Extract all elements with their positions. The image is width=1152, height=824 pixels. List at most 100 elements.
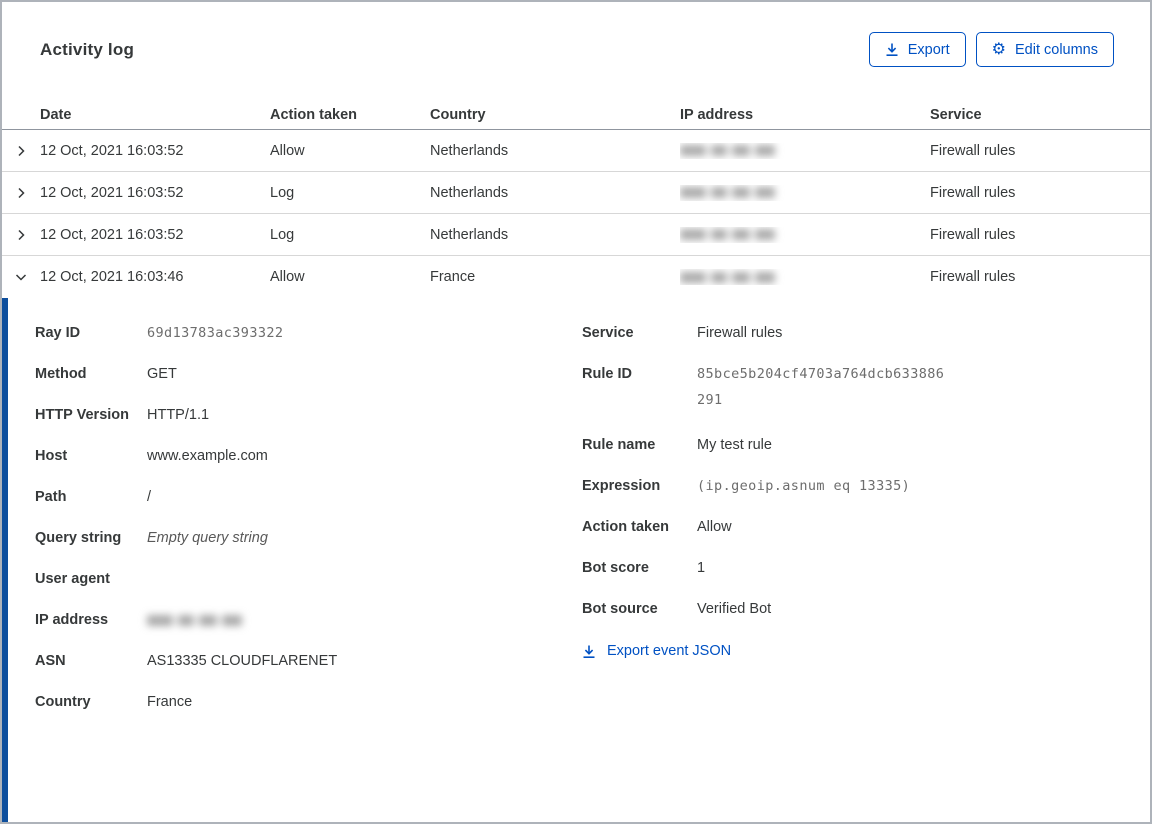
- detail-row: Rule ID 85bce5b204cf4703a764dcb633886291: [582, 365, 1130, 413]
- row-country: France: [430, 269, 476, 285]
- column-header: Service: [930, 107, 982, 123]
- chevron-right-icon[interactable]: [2, 186, 40, 200]
- detail-row: Rule name My test rule: [582, 436, 1130, 454]
- row-date: 12 Oct, 2021 16:03:46: [40, 269, 184, 285]
- redacted-ip-blob: [147, 614, 242, 626]
- detail-value: www.example.com: [147, 448, 268, 464]
- detail-row: Host www.example.com: [35, 447, 582, 465]
- row-service: Firewall rules: [930, 226, 1016, 243]
- row-ip-address: [680, 269, 930, 285]
- detail-value: Firewall rules: [697, 325, 783, 341]
- detail-value: My test rule: [697, 437, 772, 453]
- event-detail-panel: Ray ID 69d13783ac393322 Method GET HTTP Vers…: [2, 298, 1150, 822]
- detail-label: Rule ID: [582, 366, 632, 382]
- detail-row: Method GET: [35, 365, 582, 383]
- row-service: Firewall rules: [930, 142, 1016, 159]
- table-row[interactable]: 12 Oct, 2021 16:03:52 Log Netherlands Firew…: [2, 214, 1150, 256]
- detail-row: Path /: [35, 488, 582, 506]
- detail-label: Expression: [582, 478, 661, 494]
- redacted-user-agent: [147, 570, 582, 588]
- detail-column-right: Service Firewall rules Rule ID 85bce5b204cf…: [582, 324, 1130, 822]
- edit-columns-button[interactable]: ⚙ Edit columns: [975, 32, 1114, 67]
- table-body: 12 Oct, 2021 16:03:52 Allow Netherlands Fir…: [2, 130, 1150, 298]
- row-ip-address: [680, 143, 930, 159]
- detail-label: User agent: [35, 571, 110, 587]
- redacted-ip-blob: [680, 271, 775, 283]
- row-country: Netherlands: [430, 184, 509, 201]
- export-event-json-label: Export event JSON: [607, 643, 732, 659]
- chevron-right-icon[interactable]: [2, 228, 40, 242]
- detail-value: (ip.geoip.asnum eq 13335): [697, 478, 911, 494]
- detail-value: Empty query string: [147, 530, 268, 546]
- chevron-down-icon[interactable]: [2, 270, 40, 284]
- detail-label: Path: [35, 489, 67, 505]
- detail-row: ASN AS13335 CLOUDFLARENET: [35, 652, 582, 670]
- detail-row: User agent: [35, 570, 582, 588]
- activity-log-panel: Activity log Export ⚙ Edit columns Date A…: [0, 0, 1152, 824]
- detail-label: Bot score: [582, 560, 649, 576]
- detail-row: Service Firewall rules: [582, 324, 1130, 342]
- row-service: Firewall rules: [930, 184, 1016, 201]
- row-country: Netherlands: [430, 226, 509, 243]
- redacted-ip-blob: [680, 229, 775, 241]
- detail-value: 85bce5b204cf4703a764dcb633886291: [697, 366, 945, 408]
- detail-label: Rule name: [582, 437, 656, 453]
- export-event-json-link[interactable]: Export event JSON: [582, 643, 731, 659]
- row-ip-address: [680, 185, 930, 201]
- detail-column-left: Ray ID 69d13783ac393322 Method GET HTTP Vers…: [35, 324, 582, 822]
- detail-row: Expression (ip.geoip.asnum eq 13335): [582, 477, 1130, 495]
- detail-row: IP address: [35, 611, 582, 629]
- page-title: Activity log: [40, 39, 135, 59]
- gear-icon: ⚙: [991, 40, 1006, 58]
- detail-label: Ray ID: [35, 325, 81, 341]
- detail-row: HTTP Version HTTP/1.1: [35, 406, 582, 424]
- chevron-right-icon[interactable]: [2, 144, 40, 158]
- panel-header: Activity log Export ⚙ Edit columns: [2, 2, 1150, 67]
- row-ip-address: [680, 227, 930, 243]
- detail-row: Bot score 1: [582, 559, 1130, 577]
- table-header-row: Date Action taken Country IP address Service: [2, 101, 1150, 130]
- detail-row: Action taken Allow: [582, 518, 1130, 536]
- detail-value: France: [147, 694, 193, 710]
- detail-value: 1: [697, 560, 706, 576]
- edit-columns-button-label: Edit columns: [1014, 41, 1098, 58]
- column-header: Action taken: [270, 107, 358, 123]
- row-action-taken: Allow: [270, 269, 305, 285]
- row-date: 12 Oct, 2021 16:03:52: [40, 226, 184, 243]
- detail-value: Allow: [697, 519, 732, 535]
- redacted-ip-value: [147, 611, 582, 629]
- download-icon: [885, 42, 899, 57]
- column-header: IP address: [680, 107, 754, 123]
- detail-label: Method: [35, 366, 87, 382]
- detail-row: Bot source Verified Bot: [582, 600, 1130, 618]
- table-row[interactable]: 12 Oct, 2021 16:03:46 Allow France Firewall…: [2, 256, 1150, 298]
- column-header: Country: [430, 107, 486, 123]
- table-row[interactable]: 12 Oct, 2021 16:03:52 Allow Netherlands Fir…: [2, 130, 1150, 172]
- redacted-ip-blob: [680, 145, 775, 157]
- row-service: Firewall rules: [930, 269, 1016, 285]
- column-header: Date: [40, 107, 72, 123]
- row-action-taken: Log: [270, 184, 295, 201]
- row-date: 12 Oct, 2021 16:03:52: [40, 184, 184, 201]
- detail-label: HTTP Version: [35, 407, 130, 423]
- detail-value: Verified Bot: [697, 601, 772, 617]
- detail-value: GET: [147, 366, 177, 382]
- row-date: 12 Oct, 2021 16:03:52: [40, 142, 184, 159]
- download-icon: [582, 644, 596, 659]
- export-button[interactable]: Export: [868, 32, 966, 67]
- table-row[interactable]: 12 Oct, 2021 16:03:52 Log Netherlands Firew…: [2, 172, 1150, 214]
- detail-label: Bot source: [582, 601, 658, 617]
- detail-label: Service: [582, 325, 634, 341]
- redacted-ip-blob: [680, 187, 775, 199]
- detail-value: HTTP/1.1: [147, 407, 210, 423]
- detail-label: Query string: [35, 530, 122, 546]
- detail-row: Ray ID 69d13783ac393322: [35, 324, 582, 342]
- detail-label: Country: [35, 694, 91, 710]
- header-actions: Export ⚙ Edit columns: [868, 32, 1114, 67]
- row-action-taken: Log: [270, 226, 295, 243]
- export-button-label: Export: [907, 41, 950, 58]
- detail-label: IP address: [35, 612, 109, 628]
- detail-label: ASN: [35, 653, 66, 669]
- detail-label: Action taken: [582, 519, 670, 535]
- row-action-taken: Allow: [270, 142, 305, 159]
